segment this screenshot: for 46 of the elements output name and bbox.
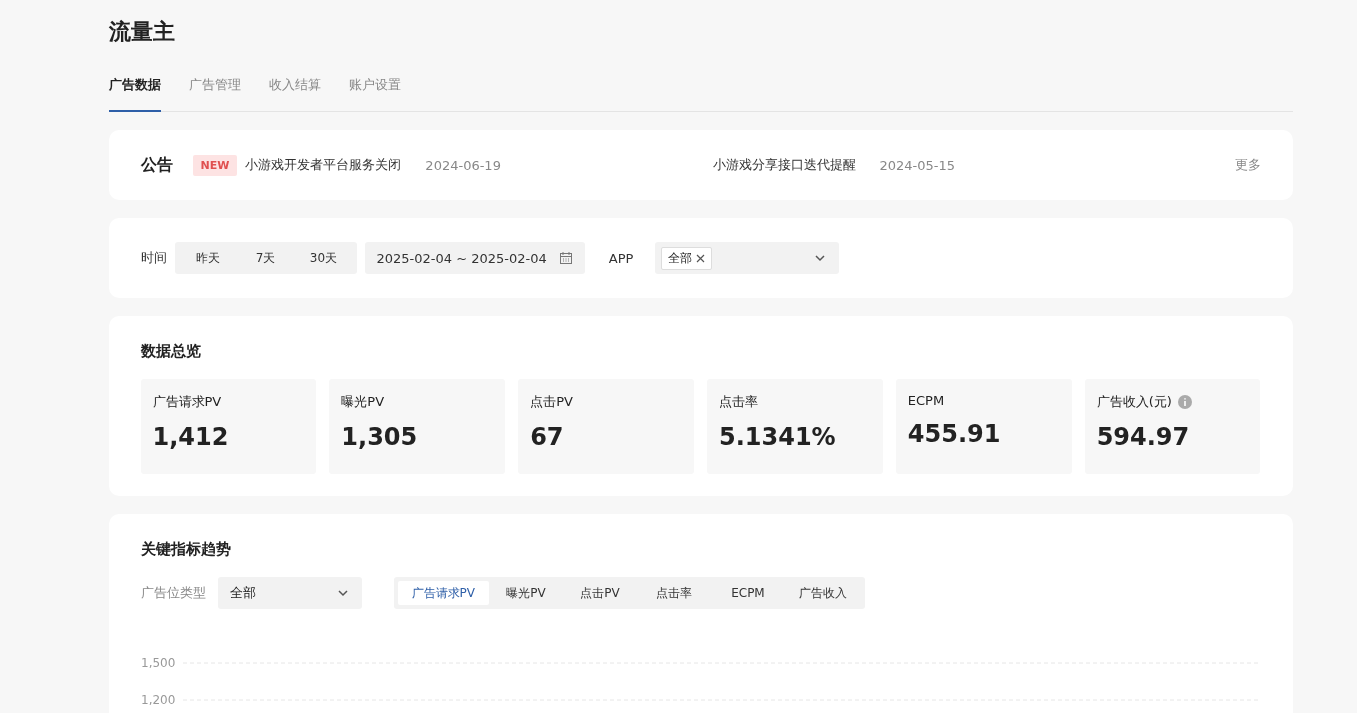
section-title: 关键指标趋势 xyxy=(140,540,232,559)
metric-label: 点击PV xyxy=(530,393,573,411)
metric-tab[interactable]: 点击率 xyxy=(636,581,711,605)
section-title: 数据总览 xyxy=(140,342,202,361)
metric-label: 曝光PV xyxy=(341,393,385,411)
metric-tab[interactable]: 点击PV xyxy=(562,581,637,605)
metric-value: 594.97 xyxy=(1096,423,1191,451)
slot-type-select[interactable]: 全部 xyxy=(217,577,362,609)
metric-label: 广告收入(元) xyxy=(1096,393,1172,411)
metric-value: 5.1341% xyxy=(719,423,837,451)
page-title: 流量主 xyxy=(108,18,176,46)
notice-link[interactable]: 小游戏开发者平台服务关闭 xyxy=(245,156,402,174)
tab[interactable]: 账户设置 xyxy=(348,70,401,112)
app-label: APP xyxy=(608,250,634,266)
more-link[interactable]: 更多 xyxy=(1234,156,1261,174)
new-badge: NEW xyxy=(192,154,238,176)
slot-type-label: 广告位类型 xyxy=(140,584,206,602)
metric-value: 1,412 xyxy=(152,423,230,451)
range-button[interactable]: 30天 xyxy=(294,245,353,271)
notice-link[interactable]: 小游戏分享接口迭代提醒 xyxy=(712,156,856,174)
close-icon[interactable] xyxy=(696,253,706,263)
metric-tab[interactable]: 广告请求PV xyxy=(397,581,489,605)
date-range-field[interactable]: 2025-02-04 ~ 2025-02-04 xyxy=(364,242,585,274)
axis-tick-label: 1,500 xyxy=(140,656,175,670)
calendar-icon xyxy=(558,251,573,265)
metric-value: 67 xyxy=(530,423,565,451)
notice-date: 2024-06-19 xyxy=(425,157,501,173)
metric-value: 1,305 xyxy=(341,423,419,451)
notice-label: 公告 xyxy=(140,154,173,176)
metric-tab[interactable]: 曝光PV xyxy=(488,581,563,605)
metric-label: ECPM xyxy=(907,393,945,408)
app-select[interactable]: 全部 xyxy=(655,242,840,274)
tab[interactable]: 收入结算 xyxy=(268,70,321,112)
range-button[interactable]: 昨天 xyxy=(178,245,237,271)
metric-tab[interactable]: ECPM xyxy=(710,581,785,605)
tab[interactable]: 广告管理 xyxy=(188,70,241,112)
axis-tick-label: 1,200 xyxy=(140,693,175,707)
metric-value: 455.91 xyxy=(907,420,1002,448)
notice-date: 2024-05-15 xyxy=(879,157,956,173)
app-tag: 全部 xyxy=(661,246,713,270)
time-label: 时间 xyxy=(140,249,167,267)
metric-tab[interactable]: 广告收入 xyxy=(784,581,861,605)
tab[interactable]: 广告数据 xyxy=(108,70,161,112)
metric-label: 广告请求PV xyxy=(152,393,222,411)
metric-label: 点击率 xyxy=(719,393,758,411)
range-button[interactable]: 7天 xyxy=(236,245,295,271)
